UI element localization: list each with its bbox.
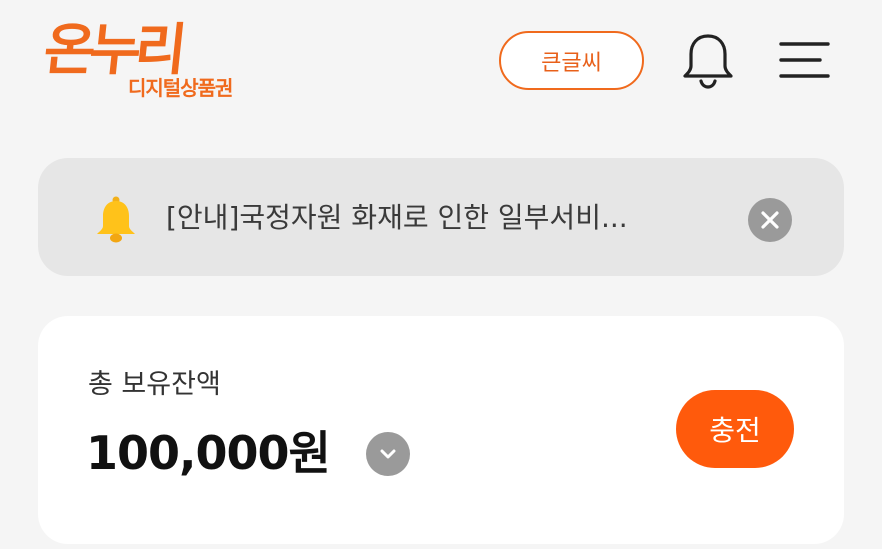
notice-banner[interactable]: [안내]국정자원 화재로 인한 일부서비... — [38, 158, 844, 276]
app-header: 온누리 디지털상품권 큰글씨 — [0, 0, 882, 130]
charge-button[interactable]: 충전 — [676, 390, 794, 468]
bell-icon — [97, 196, 135, 243]
onnuri-logo[interactable]: 온누리 디지털상품권 — [40, 18, 254, 104]
bell-icon — [683, 34, 733, 89]
balance-detail-toggle[interactable] — [366, 432, 410, 476]
logo-wordmark: 온누리 — [40, 18, 185, 83]
balance-card: 총 보유잔액 100,000원 충전 — [38, 316, 844, 544]
balance-label: 총 보유잔액 — [88, 369, 221, 400]
notice-bell — [94, 196, 138, 244]
notice-close-button[interactable] — [748, 198, 792, 242]
notification-button[interactable] — [680, 30, 736, 90]
logo-subtitle: 디지털상품권 — [128, 76, 233, 100]
notice-text: [안내]국정자원 화재로 인한 일부서비... — [166, 201, 628, 234]
balance-amount: 100,000원 — [86, 426, 331, 480]
hamburger-menu-icon — [779, 42, 830, 78]
large-text-button[interactable]: 큰글씨 — [499, 31, 644, 90]
menu-button[interactable] — [778, 38, 832, 82]
close-icon — [761, 211, 779, 229]
chevron-down-icon — [380, 449, 396, 459]
